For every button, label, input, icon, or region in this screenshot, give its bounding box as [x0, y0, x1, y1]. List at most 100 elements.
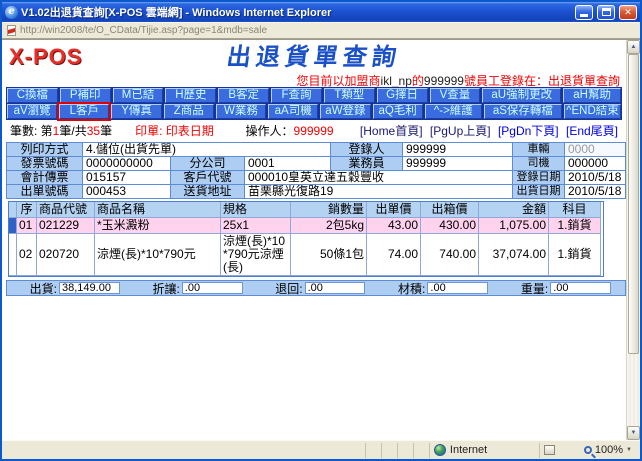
form-row-order: 出單號碼 000453 送貨地址 苗栗縣光復路19 出貨日期 2010/5/18: [7, 185, 626, 199]
status-pane: [398, 443, 414, 458]
status-pane: [366, 443, 382, 458]
col-seq: 序: [17, 202, 37, 218]
table-row[interactable]: 02 020720 涼煙(長)*10*790元 涼煙(長)*10*790元涼煙(…: [9, 234, 603, 276]
zoom-level: 100%: [595, 444, 623, 456]
button-help[interactable]: aH幫助: [563, 88, 621, 103]
label-delivery-address: 送貨地址: [171, 185, 245, 199]
button-customer[interactable]: L客戶: [59, 104, 109, 119]
toolbar: C換檔 P補印 M已結 H歷史 B客定 F查詢 T類型 G擇日 V查量 aU強制…: [6, 87, 622, 120]
row-selector[interactable]: [9, 234, 17, 276]
row-selector[interactable]: [9, 218, 17, 234]
record-status-bar: 筆數: 第1筆/共35筆 印單: 印表日期 操作人：999999 [Home首頁…: [2, 120, 626, 140]
button-force-update[interactable]: aU強制更改: [482, 88, 561, 103]
total-volume: 材積: .00: [377, 280, 500, 297]
field-order-no[interactable]: 000453: [83, 185, 171, 199]
table-header-row: 序 商品代號 商品名稱 規格 銷數量 出單價 出箱價 金額 科目: [9, 202, 603, 218]
button-reprint[interactable]: P補印: [60, 88, 111, 103]
nav-end[interactable]: [End尾頁]: [566, 124, 618, 138]
cell-unit-price: 43.00: [367, 218, 421, 234]
button-login[interactable]: aW登錄: [320, 104, 370, 119]
nav-pgup[interactable]: [PgUp上頁]: [430, 124, 491, 138]
button-sales[interactable]: W業務: [216, 104, 266, 119]
page-nav: [Home首頁] [PgUp上頁] [PgDn下頁] [End尾頁]: [356, 122, 618, 139]
scroll-down-button[interactable]: ▼: [627, 426, 640, 440]
field-registrant[interactable]: 999999: [403, 143, 513, 157]
close-icon: ✕: [624, 8, 632, 17]
address-url[interactable]: http://win2008/te/O_CData/Tijie.asp?page…: [20, 25, 267, 36]
close-button[interactable]: ✕: [619, 5, 637, 20]
cell-product-code: 021229: [37, 218, 95, 234]
login-text: 號員工登錄在：: [464, 74, 548, 88]
field-ship-date[interactable]: 2010/5/18: [565, 185, 626, 199]
button-save-export[interactable]: aS保存轉檔: [484, 104, 562, 119]
vertical-scrollbar[interactable]: ▲ ▼: [626, 40, 640, 440]
field-driver[interactable]: 000000: [565, 157, 626, 171]
nav-home[interactable]: [Home首頁]: [360, 124, 423, 138]
status-pane: [382, 443, 398, 458]
col-product-name: 商品名稱: [95, 202, 221, 218]
button-product[interactable]: Z商品: [164, 104, 214, 119]
login-employee: 999999: [424, 74, 464, 88]
operator: 操作人：999999: [246, 122, 356, 139]
browser-window: e V1.02出退貨查詢[X-POS 雲端網] - Windows Intern…: [0, 0, 642, 461]
label-driver: 司機: [513, 157, 565, 171]
button-maintain[interactable]: ^->維護: [425, 104, 482, 119]
total-label: 重量:: [500, 280, 550, 297]
scrollbar-track[interactable]: [627, 354, 640, 426]
field-print-mode[interactable]: 4.儲位(出貨先單): [83, 143, 331, 157]
field-salesman[interactable]: 999999: [403, 157, 513, 171]
caret-down-icon: ▼: [626, 447, 632, 453]
label-customer-code: 客戶代號: [171, 171, 245, 185]
field-branch[interactable]: 0001: [245, 157, 331, 171]
cell-unit-price: 74.00: [367, 234, 421, 276]
field-delivery-address[interactable]: 苗栗縣光復路19: [245, 185, 513, 199]
table-row[interactable]: 01 021229 *玉米澱粉 25x1 2包5kg 43.00 430.00 …: [9, 218, 603, 234]
cell-seq: 02: [17, 234, 37, 276]
button-driver[interactable]: aA司機: [268, 104, 318, 119]
minimize-button[interactable]: [575, 5, 593, 20]
button-type[interactable]: T類型: [324, 88, 375, 103]
col-unit-price: 出單價: [367, 202, 421, 218]
magnifier-icon: [584, 446, 592, 454]
cell-spec: 25x1: [221, 218, 291, 234]
button-query[interactable]: F查詢: [271, 88, 322, 103]
field-customer-code[interactable]: 000010皇英立達五穀豐收: [245, 171, 513, 185]
login-text: 的: [412, 74, 424, 88]
field-accounting-voucher[interactable]: 015157: [83, 171, 171, 185]
window-title: V1.02出退貨查詢[X-POS 雲端網] - Windows Internet…: [21, 4, 571, 20]
button-browse[interactable]: aV瀏覽: [7, 104, 57, 119]
button-history[interactable]: H歷史: [165, 88, 216, 103]
cell-product-name: 涼煙(長)*10*790元: [95, 234, 221, 276]
button-profit[interactable]: aQ毛利: [373, 104, 423, 119]
field-register-date[interactable]: 2010/5/18: [565, 171, 626, 185]
field-invoice-no[interactable]: 0000000000: [83, 157, 171, 171]
zoom-control[interactable]: 100% ▼: [580, 443, 640, 458]
login-module: 出退貨單查詢: [548, 74, 620, 88]
button-closed[interactable]: M已結: [113, 88, 164, 103]
login-merchant: ikl_np: [381, 74, 412, 88]
button-fax[interactable]: Y傳真: [111, 104, 161, 119]
col-product-code: 商品代號: [37, 202, 95, 218]
form-row-invoice: 發票號碼 0000000000 分公司 0001 業務員 999999 司機 0…: [7, 157, 626, 171]
cell-amount: 1,075.00: [479, 218, 549, 234]
maximize-icon: [602, 8, 611, 16]
button-check-qty[interactable]: V查量: [430, 88, 481, 103]
button-end[interactable]: ^END結束: [564, 104, 621, 119]
login-text: 您目前以加盟商: [297, 74, 381, 88]
scrollbar-thumb[interactable]: [628, 54, 639, 354]
status-bar: Internet 100% ▼: [2, 440, 640, 459]
record-count: 筆數: 第1筆/共35筆: [10, 122, 135, 139]
nav-pgdn[interactable]: [PgDn下頁]: [498, 124, 559, 138]
maximize-button[interactable]: [597, 5, 615, 20]
scroll-up-button[interactable]: ▲: [627, 40, 640, 54]
total-label: 材積:: [377, 280, 427, 297]
scroll-down-icon: ▼: [631, 430, 637, 436]
button-pick-date[interactable]: G擇日: [377, 88, 428, 103]
button-change-file[interactable]: C換檔: [7, 88, 58, 103]
address-bar: http://win2008/te/O_CData/Tijie.asp?page…: [2, 22, 640, 39]
button-customer-order[interactable]: B客定: [218, 88, 269, 103]
total-label: 出貨:: [9, 280, 59, 297]
field-vehicle[interactable]: 0000: [565, 143, 626, 157]
cell-amount: 37,074.00: [479, 234, 549, 276]
label-register-date: 登錄日期: [513, 171, 565, 185]
